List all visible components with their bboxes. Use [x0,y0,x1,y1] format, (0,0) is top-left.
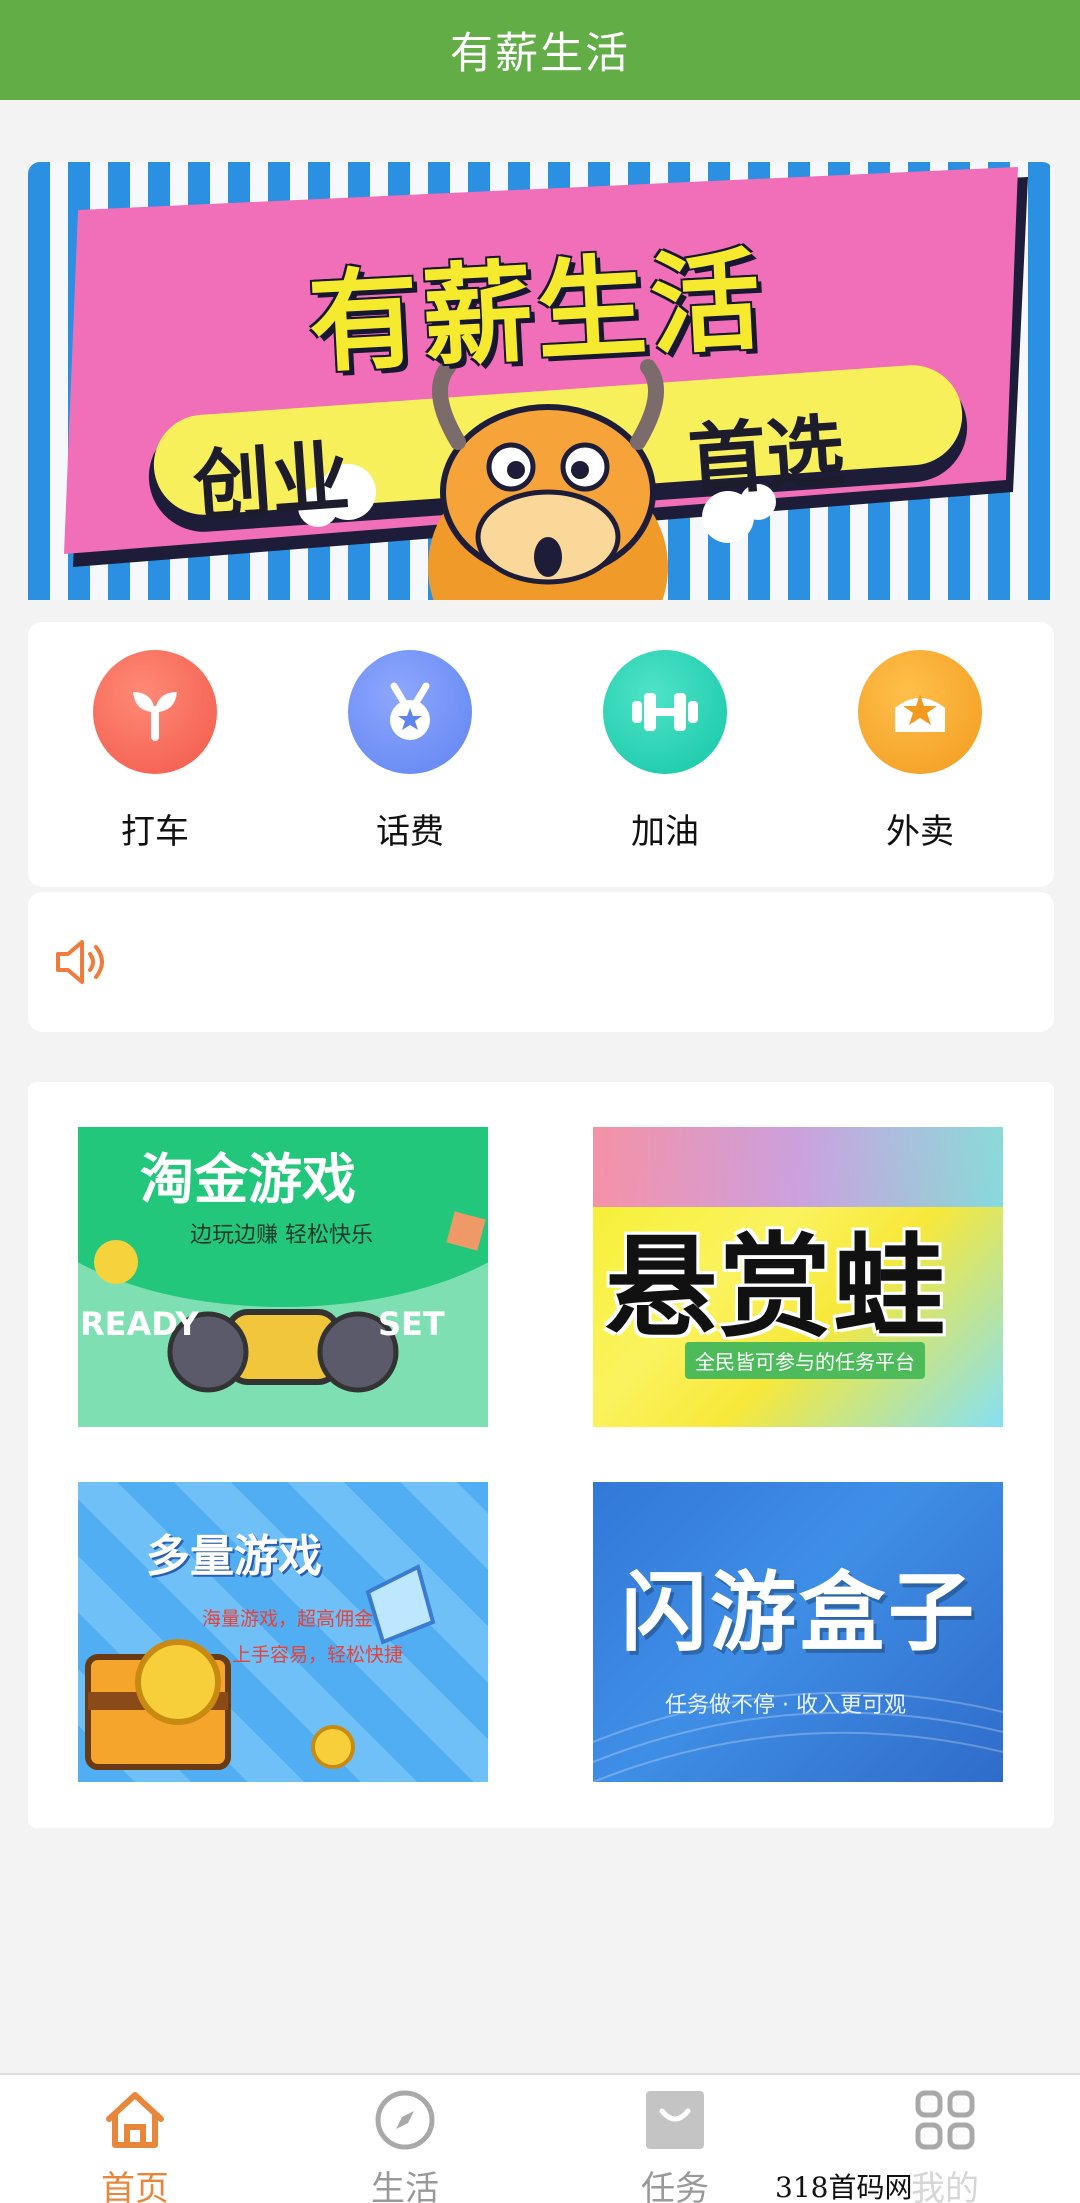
game-card-xuanshangwa[interactable]: 悬赏蛙 全民皆可参与的任务平台 [593,1127,1003,1427]
compass-icon [305,2085,505,2155]
banner-left-tag: 创业 [190,432,353,534]
sprout-icon [93,650,217,774]
game-title: 闪游盒子 [621,1563,977,1663]
quick-menu: 打车 话费 加油 外卖 [28,622,1054,887]
game-subtitle: 全民皆可参与的任务平台 [685,1342,925,1379]
nav-label: 生活 [371,2169,439,2203]
notice-bar[interactable] [28,892,1054,1032]
quick-item-label: 外卖 [886,812,954,852]
nav-label: 首页 [101,2169,169,2203]
quick-item-label: 话费 [376,812,444,852]
speaker-icon [52,932,112,996]
game-title: 悬赏蛙 [605,1223,947,1353]
quick-item-taxi[interactable]: 打车 [55,650,255,853]
home-icon [35,2085,235,2155]
game-extra-right: SET [378,1305,445,1343]
game-card-shanyou[interactable]: 闪游盒子 任务做不停 · 收入更可观 [593,1482,1003,1782]
nav-label: 任务 [641,2169,709,2203]
quick-item-takeout[interactable]: 外卖 [820,650,1020,853]
medal-icon [348,650,472,774]
banner-right-tag: 首选 [685,406,848,508]
grid-icon [845,2085,1045,2155]
promo-banner[interactable]: 有薪生活 创业 首选 [28,162,1054,600]
nav-item-life[interactable]: 生活 [305,2085,505,2203]
nav-item-home[interactable]: 首页 [35,2085,235,2203]
quick-item-phone-bill[interactable]: 话费 [310,650,510,853]
game-title: 淘金游戏 [140,1148,356,1211]
crown-star-icon [858,650,982,774]
nav-item-tasks[interactable]: 任务 [575,2085,775,2203]
card-decoration [593,1127,1003,1207]
quick-item-label: 加油 [631,812,699,852]
banner-headline: 有薪生活 [305,236,768,388]
quick-item-label: 打车 [121,812,189,852]
game-title: 多量游戏 [146,1531,322,1582]
bag-icon [575,2085,775,2155]
page-title: 有薪生活 [450,29,630,79]
game-subtitle: 海量游戏，超高佣金 [202,1608,374,1630]
game-subtitle: 任务做不停 · 收入更可观 [665,1693,906,1718]
game-card-duoliang[interactable]: 多量游戏 海量游戏，超高佣金 上手容易，轻松快捷 [78,1482,488,1782]
dumbbell-icon [603,650,727,774]
game-extra-left: READY [80,1305,199,1343]
game-subtitle: 边玩边赚 轻松快乐 [190,1223,373,1248]
app-header: 有薪生活 [0,0,1080,100]
game-list: 淘金游戏 边玩边赚 轻松快乐 READY SET 悬赏蛙 全民皆可参与的任务平台… [28,1082,1054,1828]
game-subtitle-2: 上手容易，轻松快捷 [232,1644,404,1666]
watermark-text: 318首码网 www.E318.com [775,2166,1080,2203]
quick-item-fuel[interactable]: 加油 [565,650,765,853]
game-card-taojin[interactable]: 淘金游戏 边玩边赚 轻松快乐 READY SET [78,1127,488,1427]
